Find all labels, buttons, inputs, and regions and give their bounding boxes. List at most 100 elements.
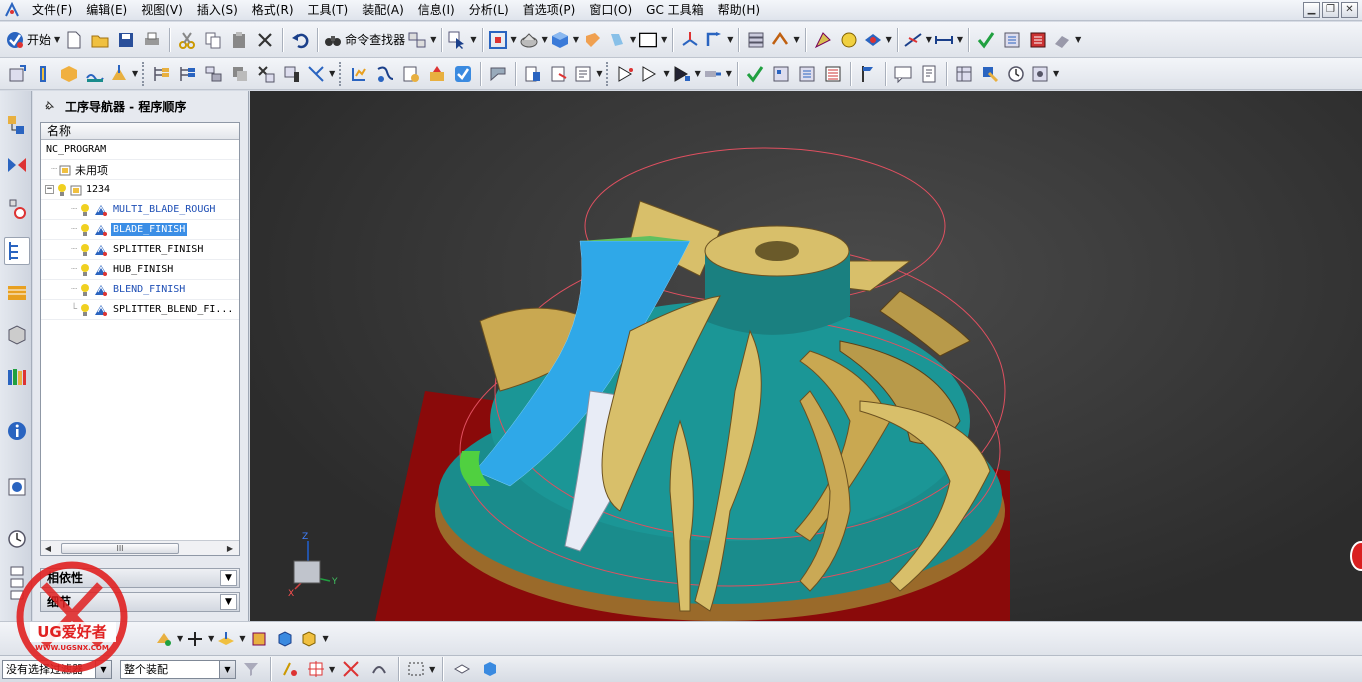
menu-file[interactable]: 文件(F) xyxy=(25,0,79,20)
batch-process-button[interactable] xyxy=(547,61,571,87)
machine-tool-view-button[interactable] xyxy=(176,61,200,87)
column-header-name[interactable]: 名称 xyxy=(41,123,239,140)
menu-analysis[interactable]: 分析(L) xyxy=(462,0,516,20)
tool-info-button[interactable] xyxy=(978,61,1002,87)
selection-filter-select[interactable]: 没有选择过滤器 ▼ xyxy=(2,659,112,679)
menu-format[interactable]: 格式(R) xyxy=(245,0,301,20)
chevron-down-icon[interactable]: ▼ xyxy=(220,594,237,610)
tree-row-operation[interactable]: ┈ HUB_FINISH xyxy=(41,260,239,280)
create-method-button[interactable] xyxy=(83,61,107,87)
snap-endpoint-button[interactable] xyxy=(278,656,302,682)
body-button[interactable] xyxy=(273,626,297,652)
filter-button[interactable] xyxy=(239,656,263,682)
part-navigator-tab[interactable] xyxy=(4,195,30,223)
report-button[interactable] xyxy=(917,61,941,87)
select-faces-button[interactable] xyxy=(450,656,474,682)
menu-gc-toolkit[interactable]: GC 工具箱 xyxy=(639,0,711,20)
orient-view-button[interactable]: ▼ xyxy=(550,27,579,53)
analysis-button[interactable] xyxy=(837,27,861,53)
measure-distance-button[interactable]: ▼ xyxy=(934,27,963,53)
dependencies-panel[interactable]: 相依性 ▼ xyxy=(40,568,240,588)
snap-point-button[interactable]: ▼ xyxy=(185,626,214,652)
save-button[interactable] xyxy=(114,27,138,53)
select-path-button[interactable]: ▼ xyxy=(640,61,670,87)
constraint-navigator-tab[interactable] xyxy=(4,151,30,179)
scroll-left-icon[interactable]: ◀ xyxy=(41,544,55,553)
check-tool-button[interactable] xyxy=(743,61,767,87)
create-program-button[interactable] xyxy=(5,61,29,87)
menu-window[interactable]: 窗口(O) xyxy=(582,0,639,20)
minimize-icon[interactable]: ▁ xyxy=(1303,2,1320,18)
menu-preferences[interactable]: 首选项(P) xyxy=(516,0,583,20)
scroll-right-icon[interactable]: ▶ xyxy=(223,544,237,553)
menu-assembly[interactable]: 装配(A) xyxy=(355,0,411,20)
system-info-tab[interactable] xyxy=(4,417,30,445)
layout-button[interactable]: ▼ xyxy=(407,27,436,53)
comment-button[interactable] xyxy=(891,61,915,87)
machine-navigator-tab[interactable] xyxy=(4,279,30,307)
close-icon[interactable]: ✕ xyxy=(1341,2,1358,18)
menu-edit[interactable]: 编辑(E) xyxy=(79,0,134,20)
work-plane-button[interactable]: ▼ xyxy=(216,626,245,652)
verify-toolpath-button[interactable] xyxy=(974,27,998,53)
details-panel[interactable]: 细节 ▼ xyxy=(40,592,240,612)
snap-midpoint-button[interactable]: ▼ xyxy=(306,656,335,682)
list-toolpath-button[interactable] xyxy=(399,61,423,87)
assembly-navigator-tab[interactable] xyxy=(4,111,30,139)
open-button[interactable] xyxy=(88,27,112,53)
snap-button[interactable]: ▼ xyxy=(863,27,892,53)
csys-button[interactable]: ▼ xyxy=(704,27,733,53)
tree-row-root[interactable]: NC_PROGRAM xyxy=(41,140,239,160)
tool-path-edit-button[interactable] xyxy=(614,61,638,87)
generate-toolpath-button[interactable] xyxy=(347,61,371,87)
copy-button[interactable] xyxy=(201,27,225,53)
tree-row-unused[interactable]: ┈ 未用项 xyxy=(41,160,239,180)
operation-navigator-tab[interactable] xyxy=(4,237,30,265)
time-button[interactable] xyxy=(1004,61,1028,87)
chevron-down-icon[interactable]: ▼ xyxy=(95,660,111,678)
transform-button[interactable] xyxy=(811,27,835,53)
menu-view[interactable]: 视图(V) xyxy=(134,0,190,20)
print-button[interactable] xyxy=(140,27,164,53)
cut-object-button[interactable] xyxy=(254,61,278,87)
nx-app-icon[interactable] xyxy=(3,2,21,18)
postprocess-button[interactable] xyxy=(486,61,510,87)
roles-tab[interactable] xyxy=(4,363,30,391)
snap-intersect-button[interactable] xyxy=(339,656,363,682)
info-object-button[interactable] xyxy=(280,61,304,87)
create-operation-button[interactable]: ▼ xyxy=(109,61,138,87)
component-button[interactable]: ▼ xyxy=(299,626,329,652)
menu-insert[interactable]: 插入(S) xyxy=(190,0,245,20)
paste-button[interactable] xyxy=(227,27,251,53)
delete-button[interactable] xyxy=(253,27,277,53)
graphics-window[interactable]: Z Y X xyxy=(250,91,1362,621)
menu-information[interactable]: 信息(I) xyxy=(411,0,462,20)
tree-row-operation[interactable]: ┈ MULTI_BLADE_ROUGH xyxy=(41,200,239,220)
tool-library-button[interactable] xyxy=(769,61,793,87)
tool-display-button[interactable]: ▼ xyxy=(703,61,732,87)
feeds-button[interactable] xyxy=(795,61,819,87)
collapse-toggle-icon[interactable]: − xyxy=(45,185,54,194)
output-cls-button[interactable]: ▼ xyxy=(573,61,602,87)
tree-row-operation[interactable]: ┈ SPLITTER_FINISH xyxy=(41,240,239,260)
select-bodies-button[interactable] xyxy=(478,656,502,682)
chevron-down-icon[interactable]: ▼ xyxy=(219,660,235,678)
color-button[interactable]: ▼ xyxy=(638,27,667,53)
machining-method-view-button[interactable] xyxy=(228,61,252,87)
reuse-library-tab[interactable] xyxy=(4,321,30,349)
cut-button[interactable] xyxy=(175,27,199,53)
command-finder-button[interactable]: 命令查找器 xyxy=(323,27,405,53)
selection-button[interactable]: ▼ xyxy=(447,27,477,53)
operation-list-button[interactable] xyxy=(1000,27,1024,53)
flag-button[interactable] xyxy=(856,61,880,87)
geometry-view-button[interactable] xyxy=(202,61,226,87)
menu-help[interactable]: 帮助(H) xyxy=(711,0,767,20)
rect-select-button[interactable]: ▼ xyxy=(406,656,435,682)
display-object-button[interactable]: ▼ xyxy=(306,61,335,87)
tree-row-operation[interactable]: └ SPLITTER_BLEND_FI... xyxy=(41,300,239,320)
start-button[interactable]: 开始 ▼ xyxy=(5,27,60,53)
move-object-button[interactable]: ▼ xyxy=(770,27,800,53)
shop-documentation-button[interactable] xyxy=(521,61,545,87)
history-tab[interactable] xyxy=(4,525,30,553)
menu-tools[interactable]: 工具(T) xyxy=(301,0,356,20)
